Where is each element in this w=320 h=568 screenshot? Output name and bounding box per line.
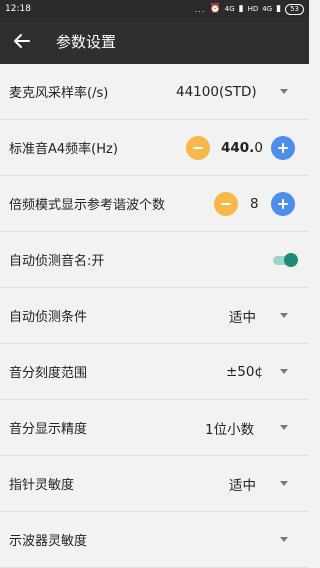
alarm-icon: ⏰	[209, 4, 221, 14]
setting-label: 音分显示精度	[9, 422, 88, 437]
a4-value-main: 440.	[221, 139, 255, 156]
page-title: 参数设置	[56, 32, 117, 51]
battery-indicator: 53	[285, 3, 304, 15]
increment-button[interactable]	[271, 135, 295, 160]
status-indicators: ... ⏰ 4G ▮ HD 4G ▮ 53	[194, 3, 304, 15]
signal-icon: ▮	[238, 4, 244, 14]
setting-a4-frequency: 标准音A4频率(Hz) 440.0	[0, 120, 309, 176]
notification-dots: ...	[194, 4, 206, 14]
setting-value: ±50¢	[226, 363, 264, 380]
decrement-button[interactable]	[214, 191, 238, 216]
signal-icon-2: ▮	[276, 4, 282, 14]
setting-label: 麦克风采样率(/s)	[9, 86, 109, 101]
setting-value: 44100(STD)	[176, 83, 257, 100]
minus-icon	[193, 146, 203, 149]
chevron-down-icon	[280, 537, 288, 542]
minus-icon	[221, 202, 231, 205]
setting-value: 适中	[229, 309, 256, 326]
decrement-button[interactable]	[186, 135, 210, 160]
setting-auto-detect-note[interactable]: 自动侦测音名:开	[0, 232, 309, 288]
setting-oscilloscope-sensitivity[interactable]: 示波器灵敏度	[0, 512, 309, 568]
back-button[interactable]	[0, 18, 44, 64]
setting-label: 自动侦测条件	[9, 310, 88, 325]
setting-value: 440.0	[221, 140, 263, 156]
signal-3-label: 4G	[262, 5, 273, 13]
setting-label: 自动侦测音名:开	[9, 254, 105, 269]
chevron-down-icon	[280, 313, 288, 318]
plus-icon	[278, 198, 288, 209]
increment-button[interactable]	[271, 191, 295, 216]
setting-value: 适中	[229, 477, 256, 494]
setting-label: 指针灵敏度	[9, 478, 75, 493]
setting-harmonic-count: 倍频模式显示参考谐波个数 8	[0, 176, 309, 232]
status-bar: 12:18 ... ⏰ 4G ▮ HD 4G ▮ 53	[0, 0, 309, 18]
setting-label: 标准音A4频率(Hz)	[9, 142, 118, 157]
signal-1-label: 4G	[224, 5, 235, 13]
setting-label: 音分刻度范围	[9, 366, 88, 381]
toggle-knob	[284, 252, 298, 267]
setting-value: 8	[250, 195, 259, 212]
setting-label: 示波器灵敏度	[9, 534, 88, 549]
a4-value-decimal: 0	[254, 139, 263, 156]
settings-list: 麦克风采样率(/s) 44100(STD) 标准音A4频率(Hz) 440.0 …	[0, 64, 309, 568]
signal-2-label: HD	[247, 5, 259, 13]
arrow-left-icon	[14, 34, 30, 48]
setting-label: 倍频模式显示参考谐波个数	[9, 198, 166, 213]
status-time: 12:18	[5, 4, 31, 14]
chevron-down-icon	[280, 369, 288, 374]
auto-detect-toggle[interactable]	[273, 252, 299, 268]
setting-needle-sensitivity[interactable]: 指针灵敏度 适中	[0, 456, 309, 512]
chevron-down-icon	[280, 481, 288, 486]
setting-auto-detect-condition[interactable]: 自动侦测条件 适中	[0, 288, 309, 344]
chevron-down-icon	[280, 425, 288, 430]
setting-cent-range[interactable]: 音分刻度范围 ±50¢	[0, 344, 309, 400]
chevron-down-icon	[280, 89, 288, 94]
setting-mic-sample-rate[interactable]: 麦克风采样率(/s) 44100(STD)	[0, 64, 309, 120]
plus-icon	[278, 142, 288, 153]
app-bar: 参数设置	[0, 18, 309, 64]
setting-value: 1位小数	[205, 421, 255, 438]
setting-cent-precision[interactable]: 音分显示精度 1位小数	[0, 400, 309, 456]
